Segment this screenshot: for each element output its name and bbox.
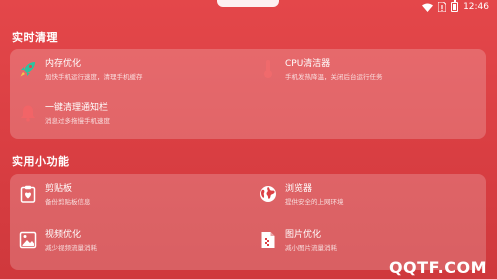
section-title-realtime-cleanup: 实时清理	[12, 31, 58, 44]
item-title: 一键清理通知栏	[45, 103, 109, 113]
image-file-icon	[258, 230, 278, 250]
browser-item[interactable]: 浏览器 提供安全的上网环境	[258, 184, 344, 207]
item-title: 剪贴板	[45, 184, 73, 194]
utilities-card: 剪贴板 备份剪贴板信息 浏览器 提供安全的上网环境 视频优化 减少视频流量消耗 …	[10, 174, 486, 270]
item-title: CPU清洁器	[285, 59, 331, 69]
wifi-icon	[422, 3, 434, 12]
bell-icon	[18, 103, 38, 123]
section-title-utilities: 实用小功能	[12, 155, 70, 168]
clipboard-item[interactable]: 剪贴板 备份剪贴板信息	[18, 184, 91, 207]
item-desc: 备份剪贴板信息	[45, 198, 91, 206]
no-sim-icon	[438, 2, 447, 12]
item-desc: 减少视频流量消耗	[45, 244, 97, 252]
camera-notch	[217, 0, 279, 7]
globe-icon	[258, 184, 278, 204]
realtime-cleanup-card: 内存优化 加快手机运行速度，清理手机缓存 CPU清洁器 手机发热降温，关闭后台运…	[10, 49, 486, 139]
clear-notifications-item[interactable]: 一键清理通知栏 消息过多拖慢手机速度	[18, 103, 110, 126]
item-desc: 消息过多拖慢手机速度	[45, 117, 110, 125]
status-time: 12:46	[463, 2, 489, 12]
clipboard-icon	[18, 184, 38, 204]
image-optimize-item[interactable]: 图片优化 减小图片流量消耗	[258, 230, 337, 253]
item-desc: 手机发热降温，关闭后台运行任务	[285, 73, 383, 81]
item-desc: 提供安全的上网环境	[285, 198, 344, 206]
item-title: 视频优化	[45, 230, 82, 240]
video-icon	[18, 230, 38, 250]
item-title: 图片优化	[285, 230, 322, 240]
item-desc: 减小图片流量消耗	[285, 244, 337, 252]
item-title: 浏览器	[285, 184, 313, 194]
battery-icon	[451, 0, 459, 12]
watermark: QQTF.COM	[388, 258, 487, 277]
rocket-icon	[18, 59, 38, 79]
status-bar: 12:46	[422, 0, 489, 13]
memory-optimize-item[interactable]: 内存优化 加快手机运行速度，清理手机缓存	[18, 59, 143, 82]
item-desc: 加快手机运行速度，清理手机缓存	[45, 73, 143, 81]
item-title: 内存优化	[45, 59, 82, 69]
video-optimize-item[interactable]: 视频优化 减少视频流量消耗	[18, 230, 97, 253]
cpu-cleaner-item[interactable]: CPU清洁器 手机发热降温，关闭后台运行任务	[258, 59, 383, 82]
thermometer-icon	[258, 59, 278, 79]
